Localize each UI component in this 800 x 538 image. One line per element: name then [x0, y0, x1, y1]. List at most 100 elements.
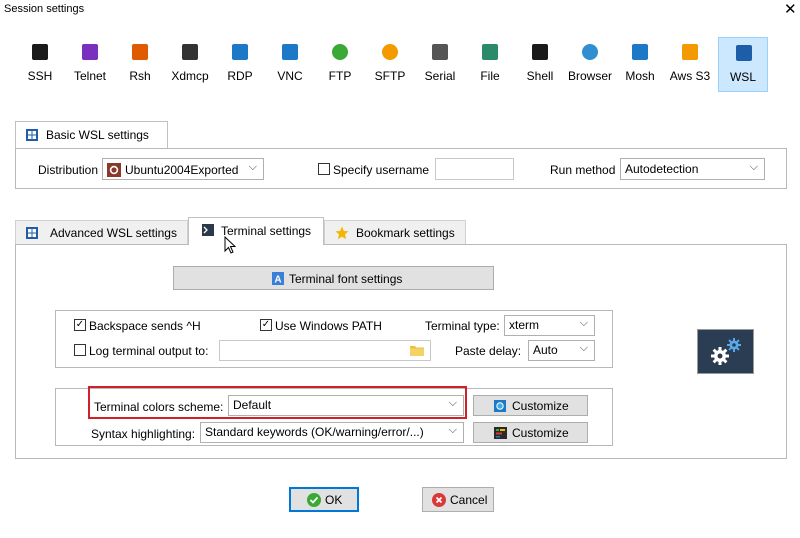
session-type-ftp[interactable]: FTP: [315, 37, 365, 92]
ok-button[interactable]: OK: [289, 487, 359, 512]
run-method-select[interactable]: Autodetection ⌵: [620, 158, 765, 180]
shell-icon: [532, 44, 548, 60]
session-type-xdmcp[interactable]: Xdmcp: [165, 37, 215, 92]
wsl-icon: [736, 45, 752, 61]
ftp-icon: [332, 44, 348, 60]
session-type-label: Browser: [567, 69, 612, 83]
use-windows-path-label: Use Windows PATH: [275, 319, 382, 333]
close-icon[interactable]: ✕: [784, 0, 797, 18]
specify-username-label: Specify username: [333, 163, 430, 177]
file-icon: [482, 44, 498, 60]
tab-terminal-settings[interactable]: Terminal settings: [188, 217, 324, 245]
highlight-box: [88, 386, 467, 419]
window-title: Session settings: [4, 3, 85, 15]
serial-icon: [432, 44, 448, 60]
session-type-sftp[interactable]: SFTP: [365, 37, 415, 92]
session-type-vnc[interactable]: VNC: [265, 37, 315, 92]
star-icon: [335, 226, 349, 240]
username-field[interactable]: [435, 158, 514, 180]
session-type-rsh[interactable]: Rsh: [115, 37, 165, 92]
advanced-settings-button[interactable]: [697, 329, 754, 374]
mosh-icon: [632, 44, 648, 60]
palette-icon: [494, 400, 506, 415]
run-method-label: Run method: [550, 163, 616, 177]
tab-basic-wsl-settings[interactable]: Basic WSL settings: [15, 121, 168, 149]
session-type-telnet[interactable]: Telnet: [65, 37, 115, 92]
session-type-file[interactable]: File: [465, 37, 515, 92]
button-label: Customize: [512, 399, 569, 413]
backspace-label: Backspace sends ^H: [89, 319, 201, 333]
button-label: OK: [325, 493, 343, 507]
customize-colors-button[interactable]: Customize: [473, 395, 588, 416]
syntax-highlighting-label: Syntax highlighting:: [91, 427, 196, 441]
svg-text:A: A: [274, 275, 281, 286]
terminal-type-select[interactable]: xterm ⌵: [504, 315, 595, 336]
chevron-down-icon: ⌵: [579, 317, 588, 329]
session-type-aws-s3[interactable]: Aws S3: [665, 37, 715, 92]
tab-label: Basic WSL settings: [46, 128, 149, 142]
rdp-icon: [232, 44, 248, 60]
terminal-type-value: xterm: [509, 318, 539, 332]
session-type-label: SFTP: [374, 69, 406, 83]
font-icon: A: [272, 272, 284, 286]
mouse-cursor-icon: [224, 235, 237, 257]
run-method-value: Autodetection: [625, 162, 699, 176]
xdmcp-icon: [182, 44, 198, 60]
session-type-label: Shell: [526, 69, 554, 83]
session-type-label: Serial: [424, 69, 456, 83]
check-circle-icon: [307, 493, 321, 510]
session-type-label: FTP: [328, 69, 352, 83]
session-type-label: Telnet: [73, 69, 107, 83]
syntax-icon: [494, 427, 507, 442]
session-type-serial[interactable]: Serial: [415, 37, 465, 92]
distribution-value: Ubuntu2004Exported: [125, 163, 239, 177]
button-label: Customize: [512, 426, 569, 440]
wsl-icon: [26, 129, 38, 141]
tab-label: Bookmark settings: [356, 226, 455, 240]
folder-icon[interactable]: [410, 344, 424, 359]
backspace-checkbox[interactable]: ✓: [74, 319, 86, 331]
paste-delay-value: Auto: [533, 343, 558, 357]
session-type-browser[interactable]: Browser: [565, 37, 615, 92]
session-type-label: WSL: [729, 70, 756, 84]
chevron-down-icon: ⌵: [448, 424, 457, 436]
distribution-select[interactable]: Ubuntu2004Exported ⌵: [102, 158, 264, 180]
tab-advanced-wsl-settings[interactable]: Advanced WSL settings: [15, 220, 188, 244]
log-output-checkbox[interactable]: [74, 344, 86, 356]
button-label: Cancel: [450, 493, 488, 507]
session-type-label: Xdmcp: [171, 69, 209, 83]
session-type-label: VNC: [277, 69, 303, 83]
chevron-down-icon: ⌵: [248, 161, 257, 173]
session-type-label: Mosh: [625, 69, 655, 83]
wsl-icon: [26, 227, 38, 239]
tab-label: Advanced WSL settings: [50, 226, 177, 240]
tab-bookmark-settings[interactable]: Bookmark settings: [324, 220, 466, 244]
customize-syntax-button[interactable]: Customize: [473, 422, 588, 443]
session-type-label: Rsh: [129, 69, 151, 83]
session-type-wsl[interactable]: WSL: [718, 37, 768, 92]
browser-icon: [582, 44, 598, 60]
key-icon: [32, 44, 48, 60]
terminal-type-label: Terminal type:: [425, 319, 500, 333]
log-output-path-field[interactable]: [219, 340, 431, 361]
specify-username-checkbox[interactable]: [318, 163, 330, 175]
terminal-font-settings-button[interactable]: A Terminal font settings: [173, 266, 494, 290]
session-type-shell[interactable]: Shell: [515, 37, 565, 92]
paste-delay-label: Paste delay:: [455, 344, 522, 358]
cancel-button[interactable]: Cancel: [422, 487, 494, 512]
use-windows-path-checkbox[interactable]: ✓: [260, 319, 272, 331]
session-type-ssh[interactable]: SSH: [15, 37, 65, 92]
session-type-rdp[interactable]: RDP: [215, 37, 265, 92]
syntax-highlighting-select[interactable]: Standard keywords (OK/warning/error/...)…: [200, 422, 464, 443]
vnc-icon: [282, 44, 298, 60]
telnet-icon: [82, 44, 98, 60]
rsh-icon: [132, 44, 148, 60]
session-type-label: SSH: [27, 69, 53, 83]
terminal-icon: [202, 224, 214, 236]
aws-s3-icon: [682, 44, 698, 60]
paste-delay-select[interactable]: Auto ⌵: [528, 340, 595, 361]
chevron-down-icon: ⌵: [579, 342, 588, 354]
session-type-label: RDP: [227, 69, 253, 83]
session-type-mosh[interactable]: Mosh: [615, 37, 665, 92]
distribution-label: Distribution: [38, 163, 99, 177]
